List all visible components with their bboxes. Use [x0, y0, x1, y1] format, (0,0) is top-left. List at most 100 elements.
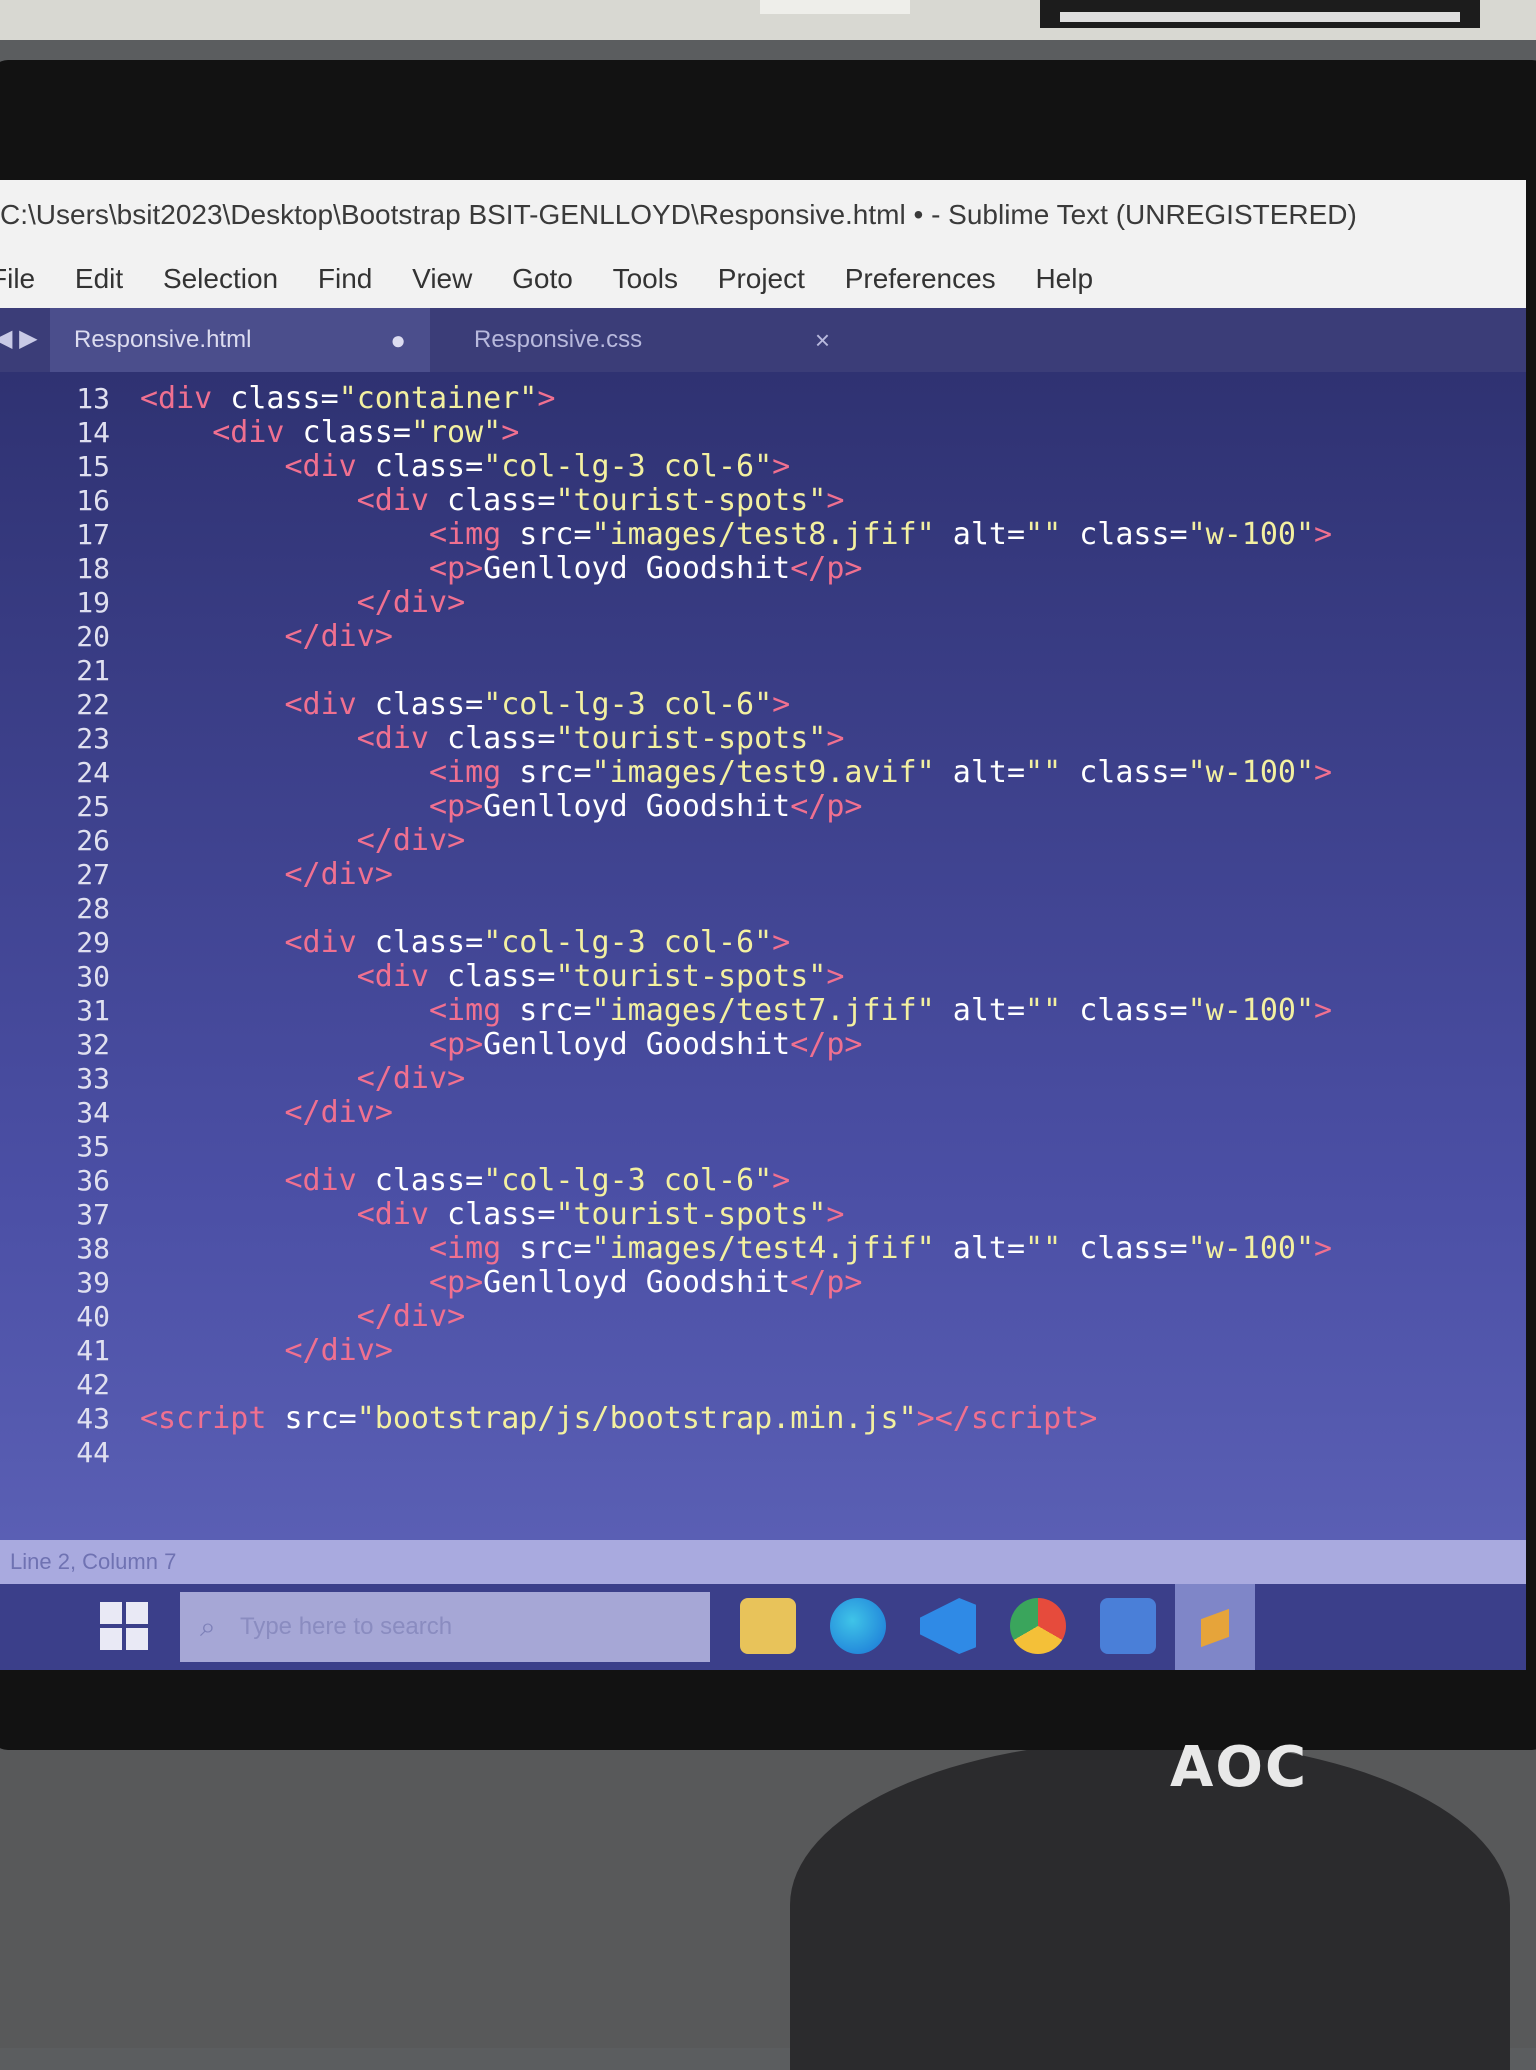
line-number: 35: [76, 1130, 110, 1163]
start-tile: [100, 1602, 122, 1624]
start-tile: [126, 1602, 148, 1624]
app-icon[interactable]: [1100, 1598, 1156, 1654]
code-line[interactable]: <p>Genlloyd Goodshit</p>: [140, 790, 1332, 824]
menu-tools[interactable]: Tools: [613, 250, 678, 308]
menu-goto[interactable]: Goto: [512, 250, 573, 308]
code-line[interactable]: </div>: [140, 1096, 1332, 1130]
code-line[interactable]: <div class="tourist-spots">: [140, 1198, 1332, 1232]
window-title: C:\Users\bsit2023\Desktop\Bootstrap BSIT…: [0, 180, 1526, 250]
code-line[interactable]: <p>Genlloyd Goodshit</p>: [140, 1028, 1332, 1062]
tab-close-icon[interactable]: ×: [815, 308, 830, 372]
code-line[interactable]: <p>Genlloyd Goodshit</p>: [140, 1266, 1332, 1300]
line-number: 14: [76, 416, 110, 449]
menu-edit[interactable]: Edit: [75, 250, 123, 308]
code-line[interactable]: [140, 654, 1332, 688]
line-number: 37: [76, 1198, 110, 1231]
line-number: 44: [76, 1436, 110, 1469]
code-line[interactable]: <p>Genlloyd Goodshit</p>: [140, 552, 1332, 586]
code-line[interactable]: <script src="bootstrap/js/bootstrap.min.…: [140, 1402, 1332, 1436]
line-number: 28: [76, 892, 110, 925]
tab-responsive-css[interactable]: Responsive.css ×: [450, 308, 870, 372]
code-line[interactable]: [140, 1436, 1332, 1470]
menu-bar: File Edit Selection Find View Goto Tools…: [0, 250, 1526, 308]
windows-start-icon[interactable]: [100, 1602, 150, 1652]
code-line[interactable]: <img src="images/test4.jfif" alt="" clas…: [140, 1232, 1332, 1266]
file-explorer-icon[interactable]: [740, 1598, 796, 1654]
code-line[interactable]: <div class="col-lg-3 col-6">: [140, 1164, 1332, 1198]
line-number-gutter: 13 14 15 16 17 18 19 20 21 22 23 24 25 2…: [10, 382, 110, 1470]
line-number: 30: [76, 960, 110, 993]
code-line[interactable]: <div class="tourist-spots">: [140, 722, 1332, 756]
code-line[interactable]: <div class="tourist-spots">: [140, 960, 1332, 994]
line-number: 15: [76, 450, 110, 483]
monitor: AOC C:\Users\bsit2023\Desktop\Bootstrap …: [0, 60, 1536, 1800]
code-line[interactable]: <div class="row">: [140, 416, 1332, 450]
sublime-text-icon[interactable]: [1175, 1584, 1255, 1670]
vscode-icon[interactable]: [920, 1598, 976, 1654]
menu-help[interactable]: Help: [1035, 250, 1093, 308]
search-icon: ⌕: [200, 1611, 216, 1642]
code-line[interactable]: <div class="container">: [140, 382, 1332, 416]
line-number: 40: [76, 1300, 110, 1333]
taskbar-search-input[interactable]: ⌕ Type here to search: [180, 1592, 710, 1662]
monitor-stand: [790, 1740, 1510, 2070]
start-tile: [126, 1628, 148, 1650]
line-number: 27: [76, 858, 110, 891]
line-number: 26: [76, 824, 110, 857]
code-line[interactable]: </div>: [140, 586, 1332, 620]
edge-icon[interactable]: [830, 1598, 886, 1654]
line-number: 36: [76, 1164, 110, 1197]
monitor-brand: AOC: [1170, 1735, 1309, 1800]
menu-find[interactable]: Find: [318, 250, 372, 308]
line-number: 41: [76, 1334, 110, 1367]
code-line[interactable]: <img src="images/test9.avif" alt="" clas…: [140, 756, 1332, 790]
screen: C:\Users\bsit2023\Desktop\Bootstrap BSIT…: [0, 180, 1526, 1670]
code-line[interactable]: <div class="tourist-spots">: [140, 484, 1332, 518]
menu-view[interactable]: View: [412, 250, 472, 308]
tab-label: Responsive.html: [74, 326, 252, 353]
line-number: 21: [76, 654, 110, 687]
unsaved-dot-icon: ●: [390, 325, 406, 355]
background-strip: [1060, 12, 1460, 22]
tab-nav-arrows-icon[interactable]: ◀ ▶: [0, 324, 38, 353]
taskbar: ⌕ Type here to search: [0, 1584, 1526, 1670]
chrome-icon[interactable]: [1010, 1598, 1066, 1654]
line-number: 22: [76, 688, 110, 721]
status-bar: Line 2, Column 7: [0, 1540, 1526, 1584]
code-lines: <div class="container"> <div class="row"…: [140, 382, 1332, 1470]
code-line[interactable]: </div>: [140, 1300, 1332, 1334]
line-number: 16: [76, 484, 110, 517]
background-object: [760, 0, 910, 14]
code-line[interactable]: </div>: [140, 824, 1332, 858]
line-number: 43: [76, 1402, 110, 1435]
tab-responsive-html[interactable]: Responsive.html ●: [50, 308, 430, 372]
menu-selection[interactable]: Selection: [163, 250, 278, 308]
room-background: [0, 0, 1536, 40]
menu-preferences[interactable]: Preferences: [845, 250, 996, 308]
code-line[interactable]: </div>: [140, 1062, 1332, 1096]
code-line[interactable]: <div class="col-lg-3 col-6">: [140, 688, 1332, 722]
code-line[interactable]: </div>: [140, 620, 1332, 654]
code-editor[interactable]: 13 14 15 16 17 18 19 20 21 22 23 24 25 2…: [0, 372, 1526, 1540]
code-line[interactable]: <img src="images/test8.jfif" alt="" clas…: [140, 518, 1332, 552]
line-number: 20: [76, 620, 110, 653]
code-line[interactable]: [140, 892, 1332, 926]
line-number: 23: [76, 722, 110, 755]
menu-file[interactable]: File: [0, 250, 35, 308]
code-line[interactable]: <div class="col-lg-3 col-6">: [140, 926, 1332, 960]
line-number: 34: [76, 1096, 110, 1129]
menu-project[interactable]: Project: [718, 250, 805, 308]
code-line[interactable]: [140, 1368, 1332, 1402]
code-line[interactable]: [140, 1130, 1332, 1164]
line-number: 38: [76, 1232, 110, 1265]
code-line[interactable]: <div class="col-lg-3 col-6">: [140, 450, 1332, 484]
code-line[interactable]: <img src="images/test7.jfif" alt="" clas…: [140, 994, 1332, 1028]
start-tile: [100, 1628, 122, 1650]
line-number: 24: [76, 756, 110, 789]
search-placeholder: Type here to search: [240, 1613, 453, 1640]
code-line[interactable]: </div>: [140, 858, 1332, 892]
line-number: 25: [76, 790, 110, 823]
line-number: 19: [76, 586, 110, 619]
line-number: 18: [76, 552, 110, 585]
code-line[interactable]: </div>: [140, 1334, 1332, 1368]
